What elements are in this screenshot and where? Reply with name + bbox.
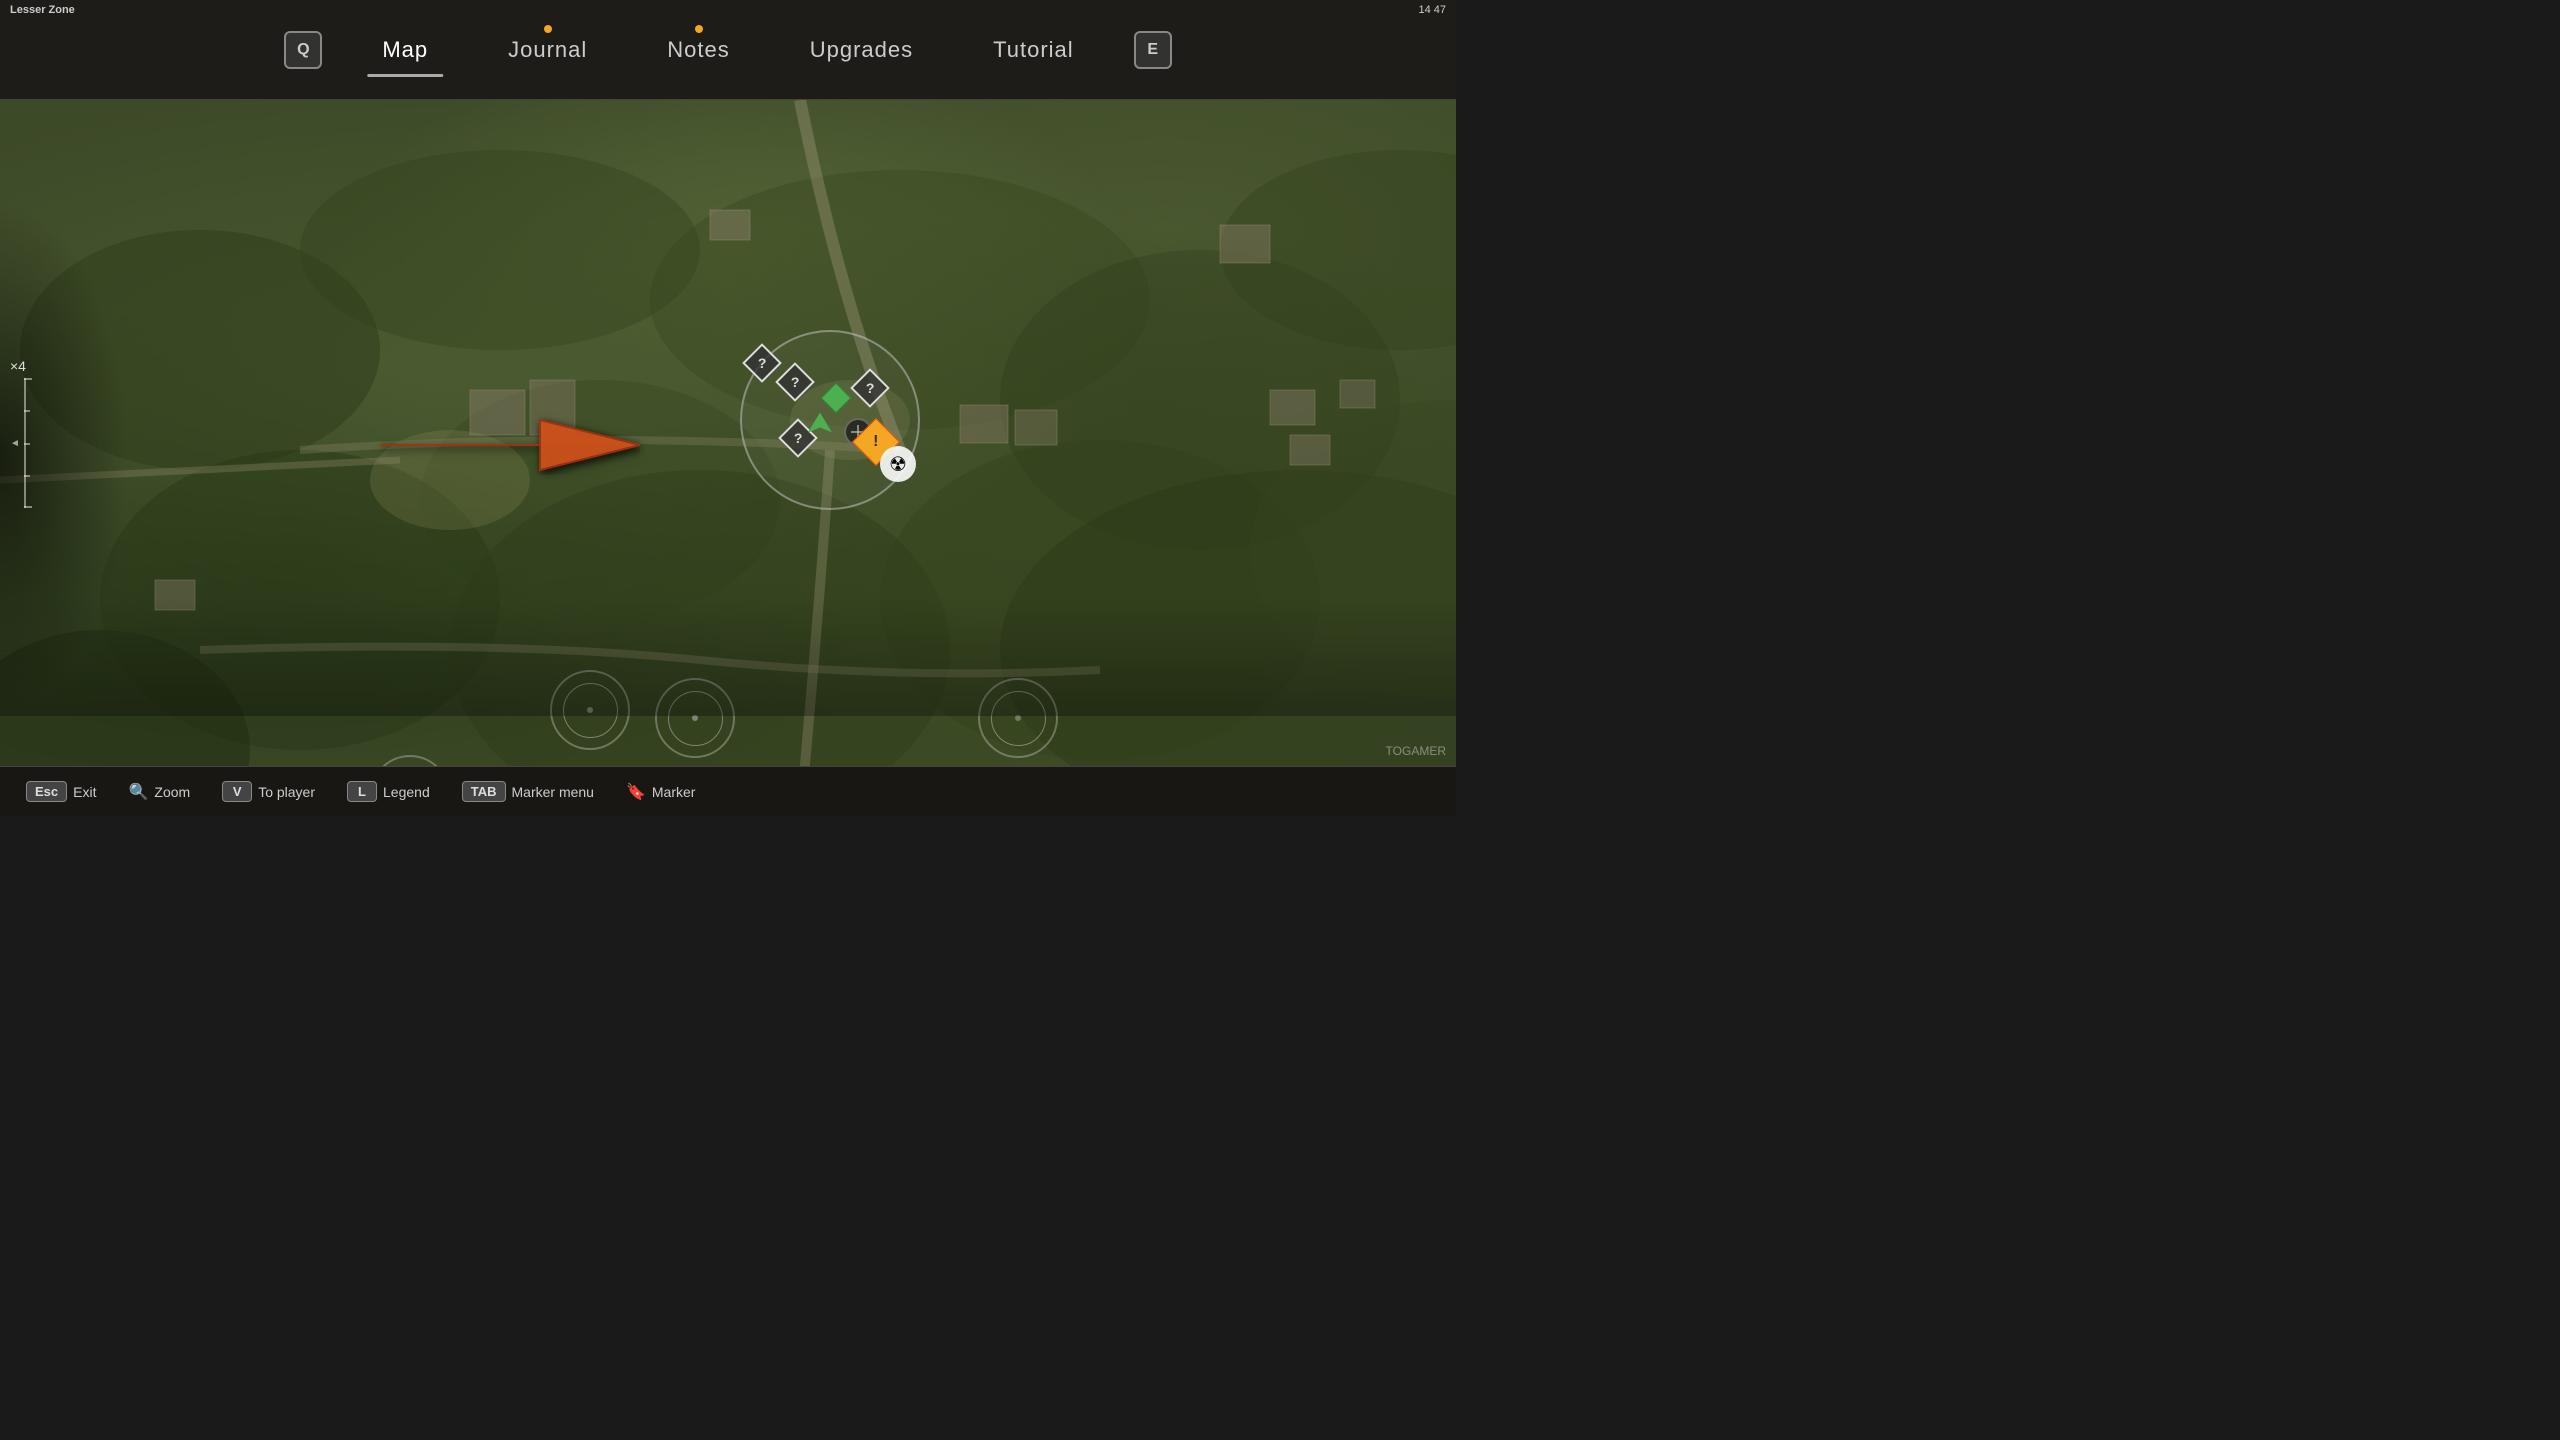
scale-bar: ◄ [10, 378, 26, 508]
tab-upgrades[interactable]: Upgrades [770, 27, 953, 73]
marker-label: Marker [652, 784, 696, 800]
exit-action[interactable]: Esc Exit [10, 781, 112, 802]
legend-label: Legend [383, 784, 430, 800]
l-key[interactable]: L [347, 781, 377, 802]
zoom-action[interactable]: 🔍 Zoom [112, 782, 206, 802]
zoom-scale-area: ×4 ◄ [10, 358, 26, 508]
bottom-action-bar: Esc Exit 🔍 Zoom V To player L Legend TAB… [0, 766, 1456, 816]
tab-map[interactable]: Map [342, 27, 468, 73]
zoom-icon: 🔍 [128, 782, 148, 802]
map-background [0, 100, 1456, 766]
directional-arrow [380, 390, 640, 495]
unknown-marker-2[interactable] [781, 368, 809, 396]
zoom-level: ×4 [10, 358, 26, 374]
green-marker[interactable] [808, 413, 832, 448]
tab-tutorial[interactable]: Tutorial [953, 27, 1114, 73]
green-diamond-marker[interactable] [825, 387, 847, 409]
marker-menu-label: Marker menu [512, 784, 594, 800]
esc-key[interactable]: Esc [26, 781, 67, 802]
window-title: Lesser Zone [0, 0, 85, 20]
to-player-action[interactable]: V To player [206, 781, 331, 802]
v-key[interactable]: V [222, 781, 252, 802]
unknown-marker-1[interactable] [748, 349, 776, 377]
marker-icon: 🔖 [626, 782, 646, 802]
notes-dot-indicator [695, 25, 703, 33]
top-navigation-bar: Lesser Zone 14 47 Q Map Journal Notes Up… [0, 0, 1456, 100]
nav-circle-2[interactable] [550, 670, 630, 750]
nav-tabs-container: Q Map Journal Notes Upgrades Tutorial E [0, 0, 1456, 99]
nav-circle-3[interactable] [655, 678, 735, 758]
map-area[interactable]: ×4 ◄ [0, 100, 1456, 766]
radiation-marker[interactable]: ☢ [880, 446, 916, 482]
unknown-marker-4[interactable] [856, 374, 884, 402]
to-player-label: To player [258, 784, 315, 800]
tab-notes[interactable]: Notes [627, 27, 769, 73]
exit-label: Exit [73, 784, 96, 800]
nav-circle-4[interactable] [978, 678, 1058, 758]
legend-action[interactable]: L Legend [331, 781, 446, 802]
watermark: TOGAMER [1386, 744, 1446, 758]
tab-key[interactable]: TAB [462, 781, 506, 802]
marker-menu-action[interactable]: TAB Marker menu [446, 781, 610, 802]
game-time: 14 47 [1418, 4, 1446, 16]
journal-dot-indicator [544, 25, 552, 33]
right-key-badge[interactable]: E [1134, 31, 1172, 69]
marker-action[interactable]: 🔖 Marker [610, 782, 711, 802]
zoom-label: Zoom [154, 784, 190, 800]
left-key-badge[interactable]: Q [284, 31, 322, 69]
tab-journal[interactable]: Journal [468, 27, 627, 73]
